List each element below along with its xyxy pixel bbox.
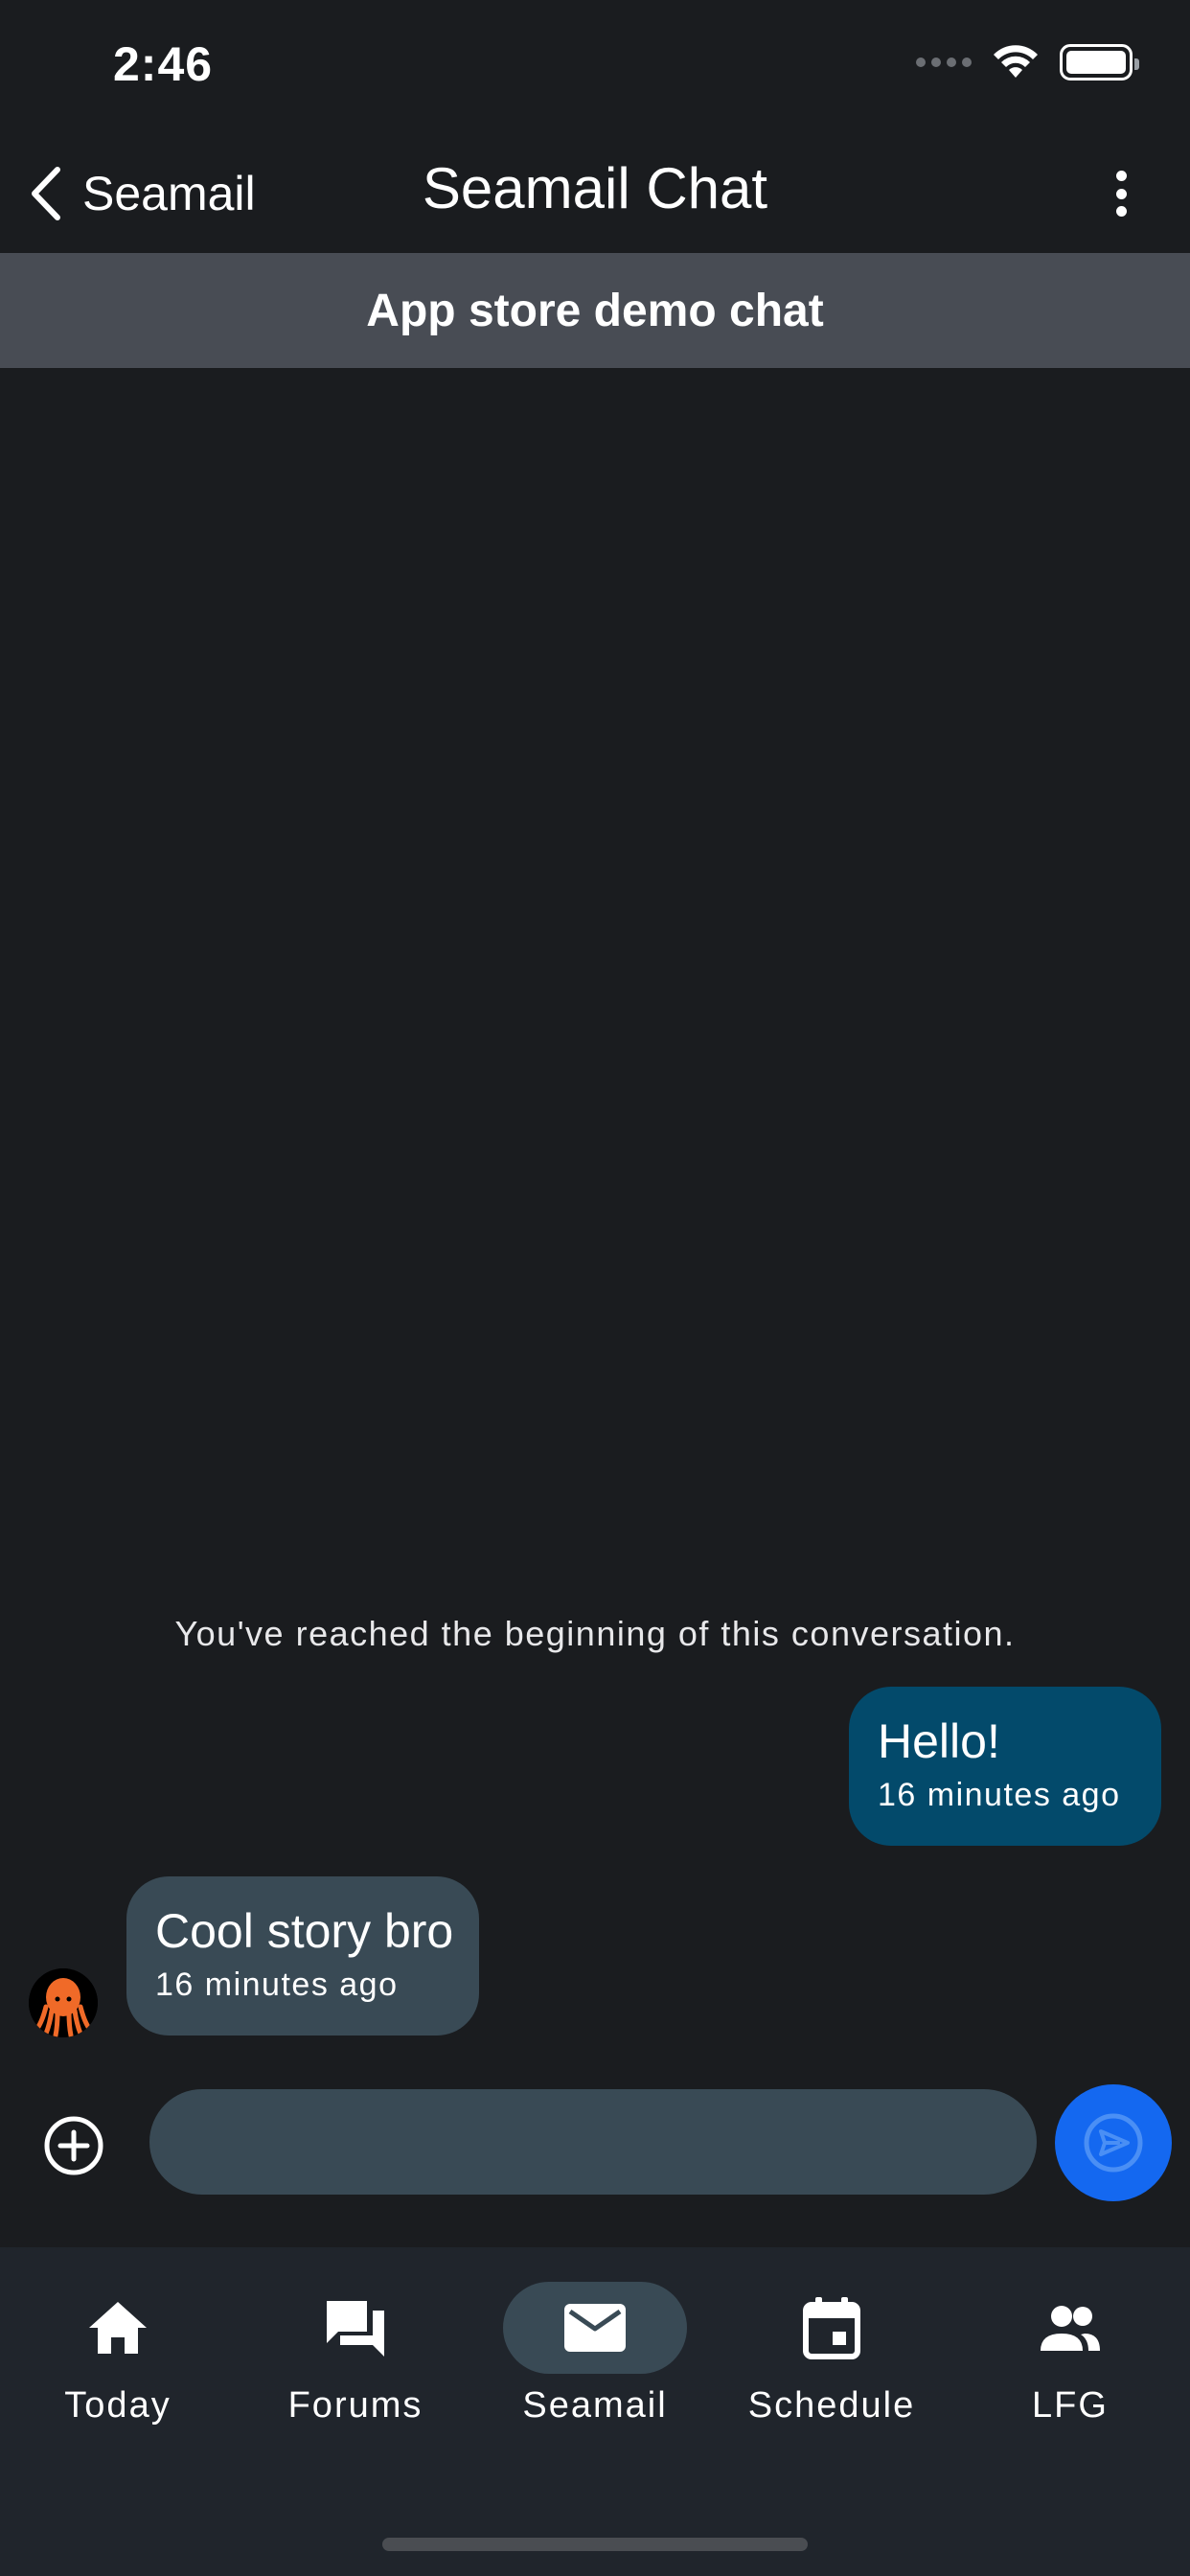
status-time: 2:46 (113, 37, 214, 91)
send-button[interactable] (1055, 2084, 1172, 2201)
seamail-chat-screen: 2:46 Seamail Chat Seamail App store demo… (0, 0, 1190, 2576)
tab-label: LFG (1032, 2385, 1109, 2426)
tab-label: Schedule (747, 2385, 916, 2426)
status-bar: 2:46 (0, 0, 1190, 134)
app-bar: Seamail Chat Seamail (0, 134, 1190, 253)
received-message-bubble[interactable]: Cool story bro 16 minutes ago (126, 1876, 479, 2036)
add-circle-icon (44, 2116, 103, 2175)
battery-icon (1060, 44, 1139, 80)
back-label: Seamail (82, 167, 256, 220)
status-icons (916, 44, 1139, 80)
more-options-button[interactable] (1100, 163, 1142, 224)
wifi-icon (994, 45, 1038, 78)
tab-schedule[interactable]: Schedule (726, 2282, 937, 2454)
octopus-avatar-icon (29, 1968, 98, 2037)
chat-title-banner: App store demo chat (0, 253, 1190, 368)
avatar[interactable] (29, 1968, 98, 2037)
more-vertical-icon (1115, 171, 1127, 181)
tab-forums[interactable]: Forums (250, 2282, 461, 2454)
sent-message-bubble[interactable]: Hello! 16 minutes ago (849, 1687, 1161, 1846)
home-indicator[interactable] (382, 2538, 808, 2551)
tab-today[interactable]: Today (12, 2282, 223, 2454)
message-timestamp: 16 minutes ago (878, 1777, 1121, 1813)
bottom-navigation: Today Forums Seamail Schedule LFG (0, 2247, 1190, 2576)
forum-icon (327, 2301, 384, 2357)
cellular-signal-icon (916, 58, 972, 67)
mail-icon (564, 2304, 626, 2352)
tab-label: Today (64, 2385, 172, 2426)
tab-seamail[interactable]: Seamail (490, 2282, 700, 2454)
message-text: Hello! (878, 1714, 1000, 1768)
tab-label: Forums (287, 2385, 423, 2426)
chat-title: App store demo chat (366, 285, 824, 336)
back-button[interactable]: Seamail (29, 159, 256, 228)
calendar-icon (803, 2297, 860, 2359)
send-icon (1084, 2113, 1143, 2173)
message-text: Cool story bro (155, 1904, 454, 1958)
chevron-left-icon (32, 167, 60, 220)
people-icon (1041, 2306, 1100, 2351)
tab-lfg[interactable]: LFG (965, 2282, 1176, 2454)
tab-label: Seamail (522, 2385, 668, 2426)
message-timestamp: 16 minutes ago (155, 1966, 399, 2003)
home-icon (89, 2302, 147, 2354)
message-input[interactable] (149, 2089, 1037, 2195)
add-attachment-button[interactable] (42, 2114, 105, 2177)
conversation-start-notice: You've reached the beginning of this con… (174, 1614, 1016, 1653)
